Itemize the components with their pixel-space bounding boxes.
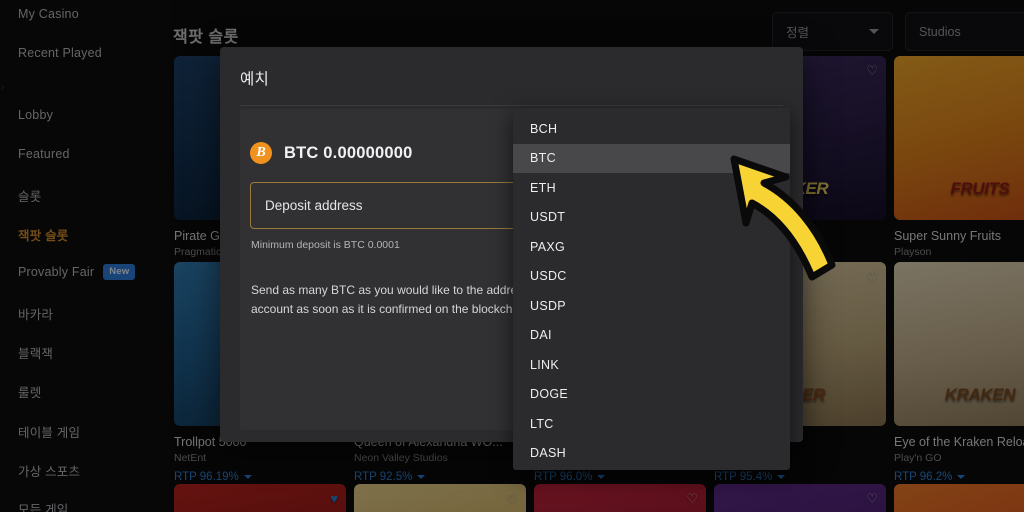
coin-balance-row: B BTC 0.00000000 (250, 142, 412, 164)
pointer-arrow-icon (730, 155, 836, 281)
modal-divider (240, 105, 783, 106)
currency-option-dai[interactable]: DAI (513, 321, 790, 351)
coin-balance-amount: BTC 0.00000000 (284, 143, 413, 162)
deposit-address-placeholder: Deposit address (265, 198, 363, 213)
minimum-deposit-text: Minimum deposit is BTC 0.0001 (251, 239, 400, 251)
currency-option-link[interactable]: LINK (513, 350, 790, 380)
bitcoin-icon: B (250, 142, 272, 164)
app-root: › My Casino Recent Played Lobby Featured 슬롯 잭… (0, 0, 1024, 512)
currency-option-dash[interactable]: DASH (513, 439, 790, 469)
modal-title: 예치 (240, 71, 270, 88)
currency-option-doge[interactable]: DOGE (513, 380, 790, 410)
currency-option-ltc[interactable]: LTC (513, 409, 790, 439)
